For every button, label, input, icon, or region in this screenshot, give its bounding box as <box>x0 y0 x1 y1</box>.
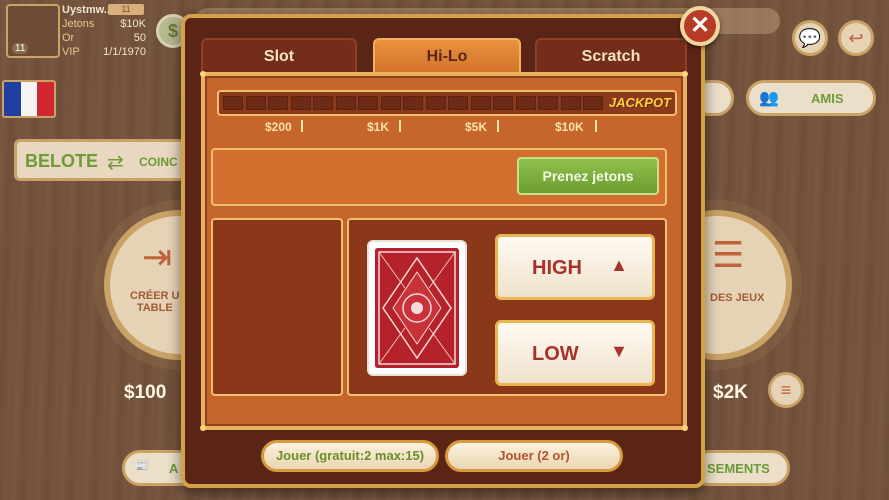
jackpot-segment <box>493 96 513 110</box>
high-label: HIGH <box>532 257 582 279</box>
jackpot-segment <box>403 96 423 110</box>
news-label: A <box>169 461 179 476</box>
jackpot-segment <box>358 96 378 110</box>
avatar: 11 <box>6 4 60 58</box>
create-table-label: CRÉER U TABLE <box>130 290 180 314</box>
low-button[interactable]: LOW ▼ <box>495 320 655 386</box>
card-history-panel <box>211 218 343 396</box>
jackpot-segment <box>560 96 581 110</box>
jackpot-segment <box>538 96 558 110</box>
tab-hi-lo[interactable]: Hi-Lo <box>373 38 521 72</box>
belote-label: BELOTE <box>25 151 99 171</box>
tick-label-10k: $10K <box>555 120 584 134</box>
hilo-panel: JACKPOT $200 $1K $5K $10K Prenez jetons <box>200 71 688 431</box>
coinche-label: COINC <box>139 155 178 169</box>
corner-stud <box>200 425 206 431</box>
card-back-pattern-icon <box>375 248 459 368</box>
left-stake: $100 <box>124 382 167 403</box>
jackpot-segment <box>583 96 603 110</box>
tick-label-200: $200 <box>265 120 292 134</box>
message-panel: Prenez jetons <box>211 148 667 206</box>
profile-row-vip: VIP 1/1/1970 <box>62 46 146 58</box>
low-label: LOW <box>532 343 579 365</box>
friends-icon: 👥 <box>759 90 779 107</box>
jackpot-segment <box>313 96 333 110</box>
tick-mark <box>301 120 303 132</box>
chevron-down-icon: ▼ <box>610 341 628 361</box>
tick-label-5k: $5K <box>465 120 488 134</box>
back-arrow-icon[interactable]: ↩ <box>838 20 874 56</box>
chevron-up-icon: ▲ <box>610 255 628 275</box>
tick-label-1k: $1K <box>367 120 390 134</box>
friends-button[interactable]: 👥 AMIS <box>746 80 876 116</box>
france-flag-icon[interactable] <box>2 80 56 118</box>
card-back <box>367 240 467 376</box>
level-badge: 11 <box>12 43 29 54</box>
corner-stud <box>682 425 688 431</box>
profile-row-or: Or 50 <box>62 32 146 44</box>
close-icon[interactable]: ✕ <box>680 6 720 46</box>
news-icon: 📰 <box>135 460 149 472</box>
jackpot-segment <box>470 96 491 110</box>
friends-label: AMIS <box>811 91 844 106</box>
play-gold-button[interactable]: Jouer (2 or) <box>445 440 623 472</box>
jackpot-segment <box>448 96 468 110</box>
card-play-panel: HIGH ▲ LOW ▼ <box>347 218 667 396</box>
tick-mark <box>595 120 597 132</box>
player-profile[interactable]: 11 Uystmw... 11 Jetons $10K Or 50 VIP 1/1/1… <box>4 2 154 60</box>
corner-stud <box>682 71 688 77</box>
tab-bar: Slot Hi-Lo Scratch <box>201 38 687 72</box>
minigame-modal: Slot Hi-Lo Scratch JACKPOT $200 $1K $5K … <box>181 14 705 488</box>
profile-row-jetons: Jetons $10K <box>62 18 146 30</box>
play-free-button[interactable]: Jouer (gratuit:2 max:15) <box>261 440 439 472</box>
filter-icon[interactable]: ≡ <box>768 372 804 408</box>
jackpot-segment <box>268 96 288 110</box>
tab-slot[interactable]: Slot <box>201 38 357 72</box>
jackpot-segment <box>245 96 266 110</box>
tab-scratch[interactable]: Scratch <box>535 38 687 72</box>
jackpot-label: JACKPOT <box>608 95 671 110</box>
chat-icon[interactable]: 💬 <box>792 20 828 56</box>
right-stake: $2K <box>713 382 748 403</box>
player-name: Uystmw... <box>62 4 113 16</box>
jackpot-segment <box>290 96 311 110</box>
list-icon: ☰ <box>712 234 745 275</box>
high-button[interactable]: HIGH ▲ <box>495 234 655 300</box>
settings-pill-button[interactable]: SEMENTS <box>690 450 790 486</box>
tick-mark <box>497 120 499 132</box>
jackpot-segment <box>515 96 536 110</box>
corner-stud <box>200 71 206 77</box>
switch-icon: ⇄ <box>107 152 124 174</box>
jackpot-segment <box>335 96 356 110</box>
take-chips-button[interactable]: Prenez jetons <box>517 157 659 195</box>
jackpot-segment <box>425 96 446 110</box>
door-enter-icon: ⇥ <box>142 236 173 277</box>
games-list-label: DES JEUX <box>710 292 765 304</box>
settings-pill-label: SEMENTS <box>707 461 770 476</box>
tick-mark <box>399 120 401 132</box>
jackpot-segment <box>223 96 243 110</box>
message-count: 11 <box>108 4 144 15</box>
jackpot-progress-bar: JACKPOT <box>217 90 677 116</box>
jackpot-segment <box>380 96 401 110</box>
game-mode-toggle[interactable]: BELOTE ⇄ COINC <box>14 139 204 181</box>
